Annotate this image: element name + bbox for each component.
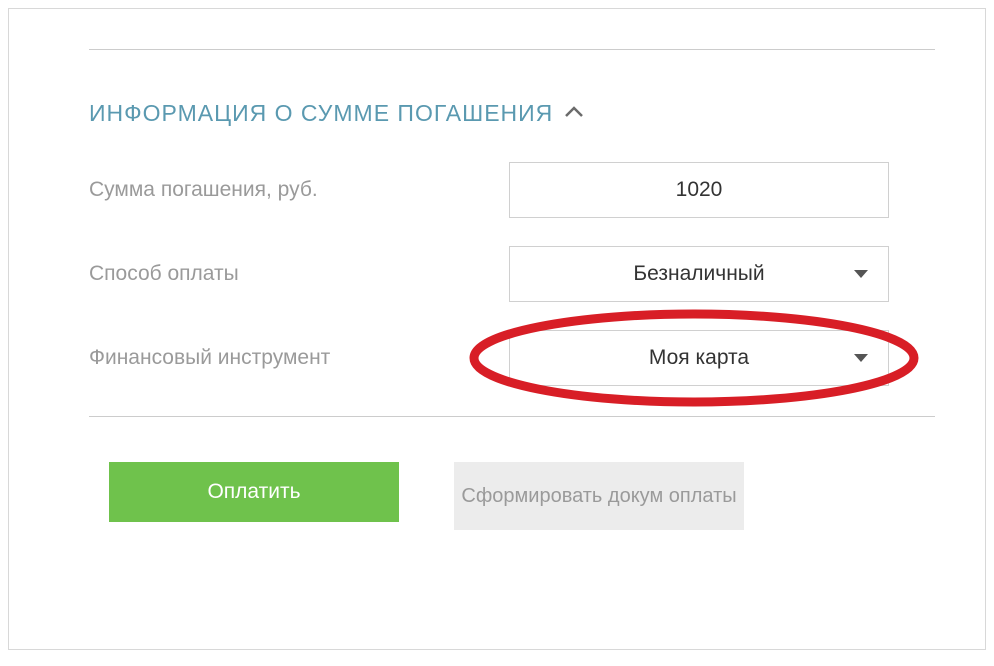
caret-down-icon [854, 354, 868, 362]
financial-instrument-value: Моя карта [649, 346, 749, 370]
button-row: Оплатить Сформировать докум оплаты [89, 462, 985, 530]
caret-down-icon [854, 270, 868, 278]
bottom-divider [89, 416, 935, 417]
financial-instrument-row: Финансовый инструмент Моя карта [89, 330, 985, 386]
amount-label: Сумма погашения, руб. [89, 178, 509, 202]
section-header[interactable]: ИНФОРМАЦИЯ О СУММЕ ПОГАШЕНИЯ [89, 100, 985, 127]
pay-button[interactable]: Оплатить [109, 462, 399, 522]
form-container: ИНФОРМАЦИЯ О СУММЕ ПОГАШЕНИЯ Сумма погаш… [8, 8, 986, 650]
chevron-up-icon [565, 105, 583, 123]
highlight-wrapper: Моя карта [509, 330, 889, 386]
payment-method-label: Способ оплаты [89, 262, 509, 286]
payment-method-row: Способ оплаты Безналичный [89, 246, 985, 302]
financial-instrument-label: Финансовый инструмент [89, 346, 509, 370]
financial-instrument-select[interactable]: Моя карта [509, 330, 889, 386]
payment-method-value: Безналичный [633, 262, 764, 286]
amount-input[interactable] [509, 162, 889, 218]
top-divider [89, 49, 935, 50]
payment-method-select[interactable]: Безналичный [509, 246, 889, 302]
generate-document-button[interactable]: Сформировать докум оплаты [454, 462, 744, 530]
amount-row: Сумма погашения, руб. [89, 162, 985, 218]
section-title: ИНФОРМАЦИЯ О СУММЕ ПОГАШЕНИЯ [89, 100, 553, 127]
